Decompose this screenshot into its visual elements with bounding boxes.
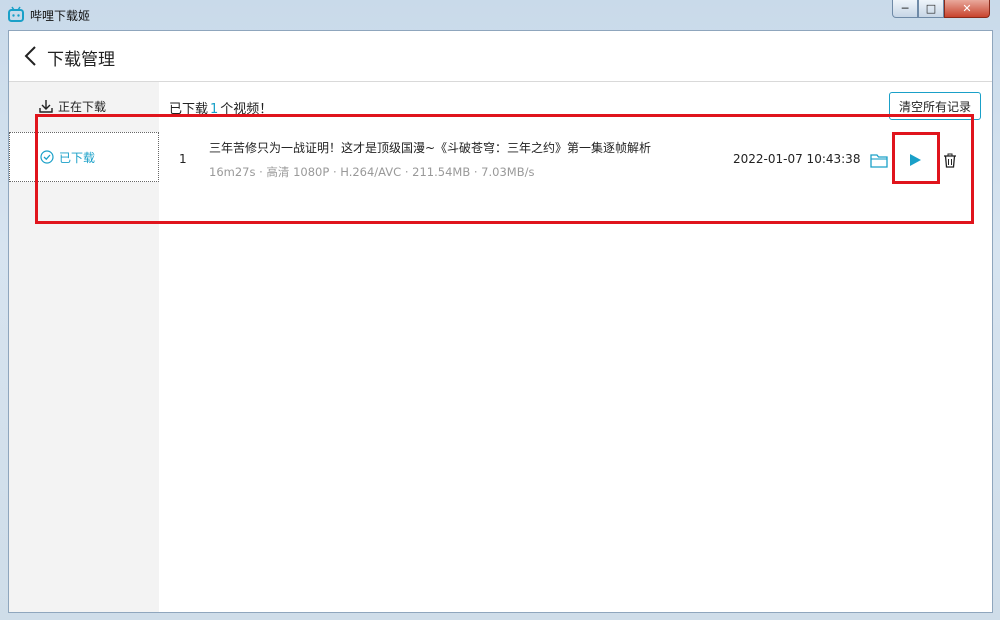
- bilibili-tv-icon: [8, 6, 24, 22]
- app-window: 哔哩下载姬 ─ □ ✕ 下载管理 正在下载 已下载 已下载 1 个视频！ 清空所…: [0, 0, 1000, 620]
- page-header: 下载管理: [9, 31, 992, 82]
- annotation-highlight-row: [35, 114, 974, 224]
- chevron-left-icon[interactable]: [23, 45, 39, 67]
- minimize-button[interactable]: ─: [892, 0, 918, 18]
- window-controls: ─ □ ✕: [892, 0, 990, 20]
- sidebar-item-label: 正在下载: [58, 99, 107, 114]
- annotation-highlight-play: [892, 132, 940, 184]
- title-bar: 哔哩下载姬 ─ □ ✕: [0, 0, 1000, 30]
- page-title: 下载管理: [47, 50, 115, 70]
- maximize-button[interactable]: □: [918, 0, 944, 18]
- close-button[interactable]: ✕: [944, 0, 990, 18]
- app-title: 哔哩下载姬: [30, 9, 91, 23]
- download-icon: [39, 100, 53, 113]
